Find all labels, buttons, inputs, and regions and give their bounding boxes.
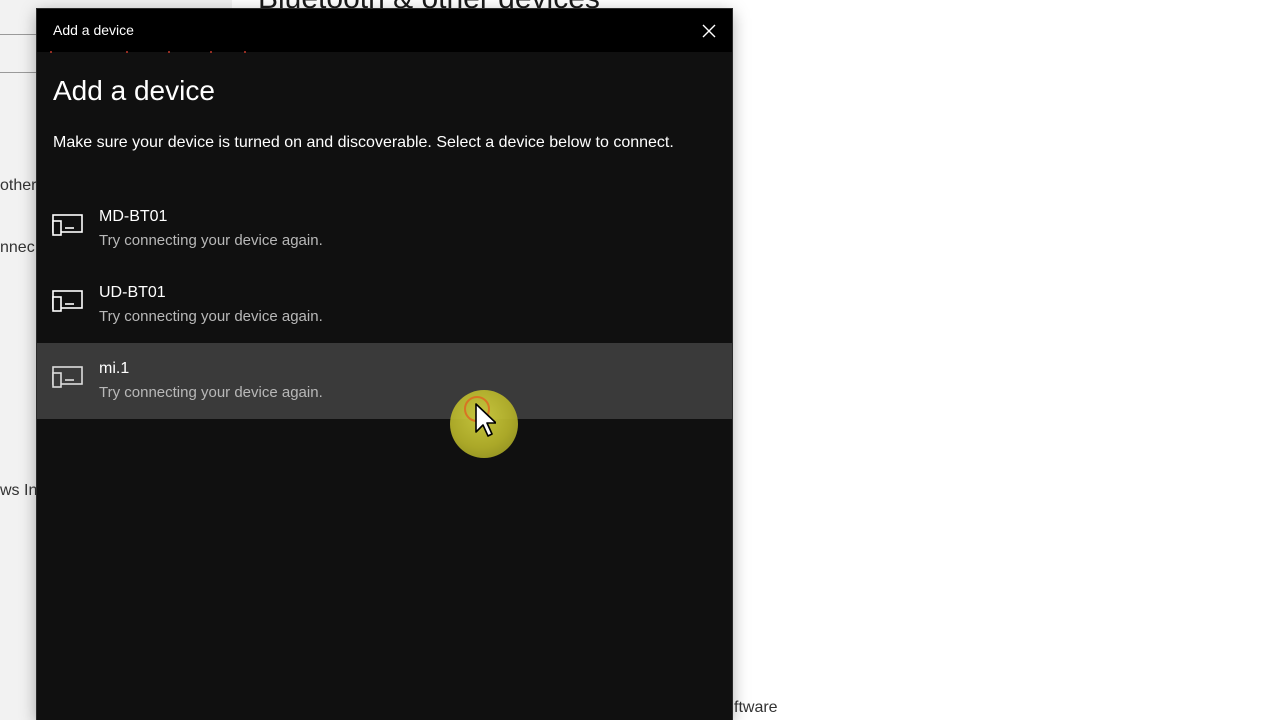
device-status: Try connecting your device again. bbox=[99, 232, 323, 249]
mouse-cursor-icon bbox=[475, 403, 496, 437]
bg-text-snippet: nnec bbox=[0, 239, 35, 256]
dialog-titlebar[interactable]: Add a device bbox=[37, 9, 732, 52]
progress-dots bbox=[50, 51, 246, 53]
close-icon bbox=[702, 24, 716, 37]
device-generic-icon bbox=[52, 214, 83, 236]
dialog-title: Add a device bbox=[53, 22, 134, 38]
device-generic-icon bbox=[52, 366, 83, 388]
device-status: Try connecting your device again. bbox=[99, 384, 323, 401]
device-item-mi1[interactable]: mi.1 Try connecting your device again. bbox=[37, 343, 732, 419]
device-name: MD-BT01 bbox=[99, 208, 168, 225]
search-box-edge-bottom bbox=[0, 72, 38, 73]
device-list: MD-BT01 Try connecting your device again… bbox=[37, 191, 732, 419]
bg-text-snippet: ws In bbox=[0, 482, 38, 499]
add-device-dialog: Add a device Add a device Make sure your… bbox=[37, 9, 732, 720]
device-item-ud-bt01[interactable]: UD-BT01 Try connecting your device again… bbox=[37, 267, 732, 343]
device-name: mi.1 bbox=[99, 360, 130, 377]
dialog-heading: Add a device bbox=[53, 75, 215, 106]
close-button[interactable] bbox=[686, 9, 732, 52]
bg-text-snippet: other bbox=[0, 177, 37, 194]
device-status: Try connecting your device again. bbox=[99, 308, 323, 325]
search-box-edge-top bbox=[0, 34, 38, 35]
device-item-md-bt01[interactable]: MD-BT01 Try connecting your device again… bbox=[37, 191, 732, 267]
device-name: UD-BT01 bbox=[99, 284, 166, 301]
instructions-text: Make sure your device is turned on and d… bbox=[53, 134, 674, 151]
bg-text-snippet: ftware bbox=[734, 699, 778, 716]
device-generic-icon bbox=[52, 290, 83, 312]
